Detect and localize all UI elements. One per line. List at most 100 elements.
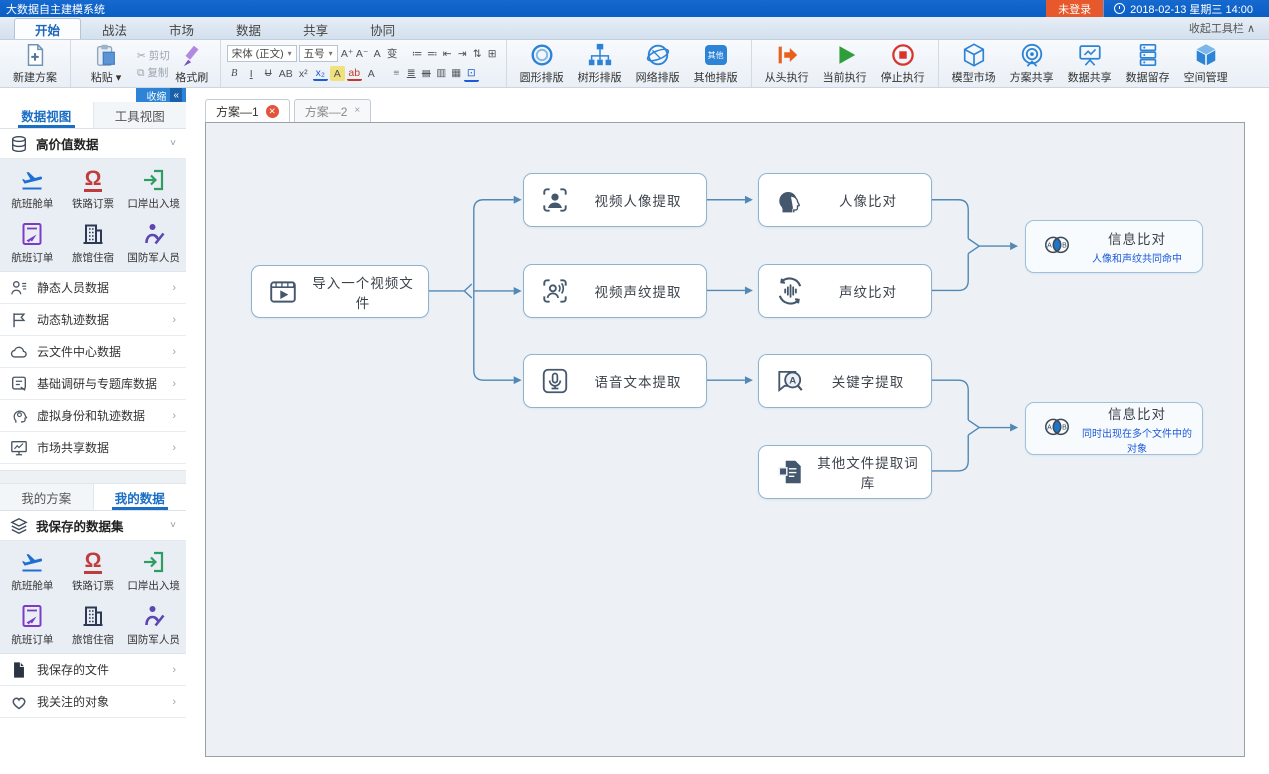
sidebar-collapse-bar: 收缩 « [0, 88, 186, 102]
other-layout-icon: 其他 [705, 42, 727, 68]
my-tab[interactable]: 我的方案 [0, 484, 94, 510]
paragraph-tool[interactable]: ▦ [449, 66, 464, 81]
format-tool[interactable]: A [370, 47, 385, 62]
paragraph-tool[interactable]: ⇤ [440, 47, 455, 62]
execute-button[interactable]: 当前执行 [816, 42, 874, 85]
cut-button[interactable]: ✂ 剪切 [137, 48, 170, 63]
format-tool[interactable]: A⁻ [355, 47, 370, 62]
layout-button[interactable]: 树形排版 [571, 42, 629, 85]
flow-node-speech-text[interactable]: 语音文本提取 [523, 354, 707, 408]
format-tool[interactable]: x² [296, 66, 311, 81]
paragraph-tool[interactable]: ⇥ [455, 47, 470, 62]
execute-button[interactable]: 从头执行 [758, 42, 816, 85]
paragraph-tool[interactable]: ⇅ [470, 47, 485, 62]
flow-node-face-extract[interactable]: 视频人像提取 [523, 173, 707, 227]
menu-tab[interactable]: 协同 [349, 18, 416, 39]
paragraph-tool[interactable]: ⊞ [485, 47, 500, 62]
paragraph-tool[interactable]: ≡ [389, 66, 404, 81]
paragraph-tool[interactable]: ▥ [434, 66, 449, 81]
share-button[interactable]: 模型市场 [945, 42, 1003, 85]
data-category-row[interactable]: 市场共享数据 › [0, 432, 186, 464]
data-category-row[interactable]: 基础调研与专题库数据 › [0, 368, 186, 400]
format-tool[interactable]: ab [347, 66, 362, 81]
dataset-item[interactable]: Ω 铁路订票 [63, 549, 124, 593]
flow-node-keyword[interactable]: A 关键字提取 [758, 354, 932, 408]
section-saved-datasets[interactable]: 我保存的数据集 ˅ [0, 511, 186, 541]
section-high-value-data[interactable]: 高价值数据 ˅ [0, 129, 186, 159]
dataset-item[interactable]: 国防军人员 [123, 603, 184, 647]
paragraph-tool[interactable]: ▤ [419, 66, 434, 81]
paragraph-tool[interactable]: ⊡ [464, 67, 479, 82]
scheme-tab[interactable]: 方案—1 ✕ [205, 99, 290, 122]
format-tool[interactable]: A [330, 66, 345, 81]
flow-node-other-files[interactable]: 其他文件提取词库 [758, 445, 932, 499]
execute-button[interactable]: 停止执行 [874, 42, 932, 85]
share-button[interactable]: 空间管理 [1177, 42, 1235, 85]
dataset-item[interactable]: 航班舱单 [2, 549, 63, 593]
layout-button[interactable]: 其他 其他排版 [687, 42, 745, 85]
layout-button[interactable]: 圆形排版 [513, 42, 571, 85]
format-tool[interactable]: A⁺ [340, 47, 355, 62]
menu-tab[interactable]: 数据 [215, 18, 282, 39]
menu-tab[interactable]: 战法 [81, 18, 148, 39]
format-tool[interactable]: A [364, 66, 379, 81]
port-icon [141, 167, 167, 193]
dataset-item[interactable]: 口岸出入境 [123, 167, 184, 211]
view-tab[interactable]: 数据视图 [0, 102, 94, 128]
flow-node-import-video[interactable]: 导入一个视频文件 [251, 265, 429, 318]
login-status-badge[interactable]: 未登录 [1046, 0, 1103, 17]
my-tab[interactable]: 我的数据 [94, 484, 187, 510]
dataset-item[interactable]: 国防军人员 [123, 221, 184, 265]
format-tool[interactable]: 变 [385, 46, 400, 61]
paragraph-tool[interactable]: ≔ [410, 47, 425, 62]
dataset-item[interactable]: 航班订单 [2, 221, 63, 265]
sidebar-collapse-button[interactable]: 收缩 « [136, 88, 186, 102]
paragraph-tool[interactable]: ≕ [425, 47, 440, 62]
collapse-toolbar-button[interactable]: 收起工具栏 ∧ [1189, 20, 1269, 39]
flow-node-voice-compare[interactable]: 声纹比对 [758, 264, 932, 318]
dataset-item[interactable]: 旅馆住宿 [63, 221, 124, 265]
data-category-row[interactable]: 云文件中心数据 › [0, 336, 186, 368]
copy-button[interactable]: ⧉ 复制 [137, 65, 170, 80]
font-family-select[interactable]: 宋体 (正文) ▾ [227, 45, 297, 62]
my-item-row[interactable]: 我保存的文件 › [0, 654, 186, 686]
paste-button[interactable]: 粘贴 ▾ [77, 42, 135, 85]
dataset-item[interactable]: 航班订单 [2, 603, 63, 647]
data-category-row[interactable]: 虚拟身份和轨迹数据 › [0, 400, 186, 432]
dataset-item[interactable]: 旅馆住宿 [63, 603, 124, 647]
format-tool[interactable]: I [244, 66, 259, 81]
menu-tab[interactable]: 市场 [148, 18, 215, 39]
dataset-item[interactable]: 航班舱单 [2, 167, 63, 211]
share-button-label: 模型市场 [952, 69, 996, 85]
data-category-row[interactable]: 动态轨迹数据 › [0, 304, 186, 336]
format-painter-button[interactable]: 格式刷 [170, 42, 214, 85]
format-tool[interactable]: U [261, 66, 276, 81]
flow-node-voice-extract[interactable]: 视频声纹提取 [523, 264, 707, 318]
flow-canvas[interactable]: 导入一个视频文件 视频人像提取 人像比对 [205, 122, 1245, 757]
format-tool[interactable]: AB [278, 66, 294, 81]
menu-tab[interactable]: 开始 [14, 18, 81, 39]
view-tab[interactable]: 工具视图 [94, 102, 187, 128]
plan-share-icon [1019, 42, 1045, 68]
share-button[interactable]: 方案共享 [1003, 42, 1061, 85]
close-tab-icon[interactable]: × [354, 106, 360, 116]
close-tab-icon[interactable]: ✕ [266, 105, 279, 118]
paragraph-tool[interactable]: ≣ [404, 66, 419, 81]
share-button[interactable]: 数据共享 [1061, 42, 1119, 85]
format-tool[interactable]: B [227, 66, 242, 81]
flow-node-info-compare-2[interactable]: AB 信息比对 同时出现在多个文件中的对象 [1025, 402, 1203, 455]
new-plan-button[interactable]: 新建方案 [6, 42, 64, 85]
dataset-item[interactable]: 口岸出入境 [123, 549, 184, 593]
font-size-select[interactable]: 五号 ▾ [299, 45, 338, 62]
flow-node-info-compare-1[interactable]: AB 信息比对 人像和声纹共同命中 [1025, 220, 1203, 273]
share-button[interactable]: 数据留存 [1119, 42, 1177, 85]
menu-tab[interactable]: 共享 [282, 18, 349, 39]
scheme-tab[interactable]: 方案—2 × [294, 99, 372, 122]
layout-button[interactable]: 网络排版 [629, 42, 687, 85]
format-tool[interactable]: x₂ [313, 66, 328, 81]
flow-node-face-compare[interactable]: 人像比对 [758, 173, 932, 227]
monitor-icon [10, 439, 28, 457]
data-category-row[interactable]: 静态人员数据 › [0, 272, 186, 304]
dataset-item[interactable]: Ω 铁路订票 [63, 167, 124, 211]
my-item-row[interactable]: 我关注的对象 › [0, 686, 186, 718]
